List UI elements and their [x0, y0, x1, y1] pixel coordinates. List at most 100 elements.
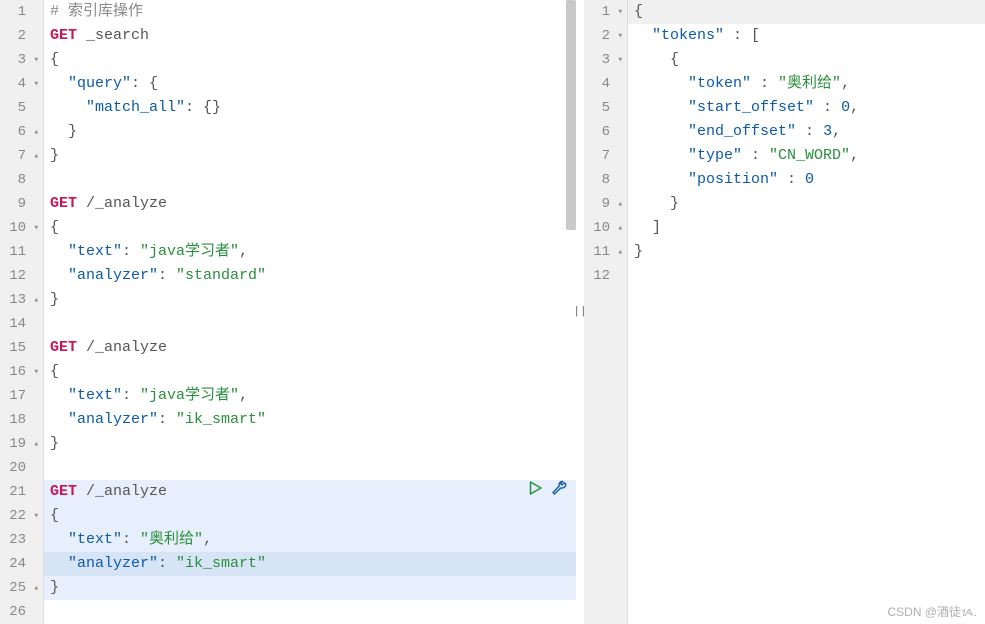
code-line[interactable]: # 索引库操作 [44, 0, 576, 24]
fold-toggle-icon[interactable]: ▾ [613, 24, 623, 48]
scrollbar-thumb[interactable] [566, 0, 576, 230]
line-number: 9 [18, 192, 26, 216]
code-line[interactable]: { [628, 0, 985, 24]
code-line[interactable]: GET /_analyze [44, 480, 576, 504]
gutter-line: 8 [0, 168, 39, 192]
fold-toggle-icon[interactable]: ▴ [29, 144, 39, 168]
code-line[interactable]: GET /_analyze [44, 192, 576, 216]
gutter-line: 3▾ [584, 48, 623, 72]
code-token: "text" [68, 387, 122, 404]
gutter-line: 15 [0, 336, 39, 360]
code-line[interactable]: "analyzer": "standard" [44, 264, 576, 288]
gutter-line: 25▴ [0, 576, 39, 600]
code-token [50, 75, 68, 92]
code-line[interactable]: ] [628, 216, 985, 240]
fold-toggle-icon[interactable]: ▾ [613, 48, 623, 72]
code-token: , [850, 99, 859, 116]
fold-toggle-icon[interactable]: ▾ [29, 48, 39, 72]
request-code-area[interactable]: # 索引库操作GET _search{ "query": { "match_al… [44, 0, 576, 624]
fold-toggle-icon[interactable]: ▾ [29, 360, 39, 384]
code-token: "奥利给" [140, 531, 203, 548]
code-token: "type" [688, 147, 742, 164]
request-editor-panel: 123▾4▾56▴7▴8910▾111213▴141516▾171819▴202… [0, 0, 576, 624]
fold-toggle-icon[interactable]: ▴ [29, 432, 39, 456]
fold-toggle-icon[interactable]: ▾ [29, 72, 39, 96]
fold-toggle-icon[interactable]: ▴ [613, 216, 623, 240]
line-number: 8 [602, 168, 610, 192]
code-line[interactable]: { [44, 504, 576, 528]
code-line[interactable]: "text": "java学习者", [44, 240, 576, 264]
code-token [634, 99, 688, 116]
line-number: 22 [9, 504, 26, 528]
code-line[interactable]: "tokens" : [ [628, 24, 985, 48]
fold-toggle-icon[interactable]: ▴ [613, 192, 623, 216]
fold-toggle-icon[interactable]: ▾ [613, 0, 623, 24]
code-line[interactable]: } [44, 288, 576, 312]
line-number: 17 [9, 384, 26, 408]
code-line[interactable] [44, 168, 576, 192]
code-line[interactable]: "text": "奥利给", [44, 528, 576, 552]
code-line[interactable]: "analyzer": "ik_smart" [44, 552, 576, 576]
code-token: "token" [688, 75, 751, 92]
code-token: : {} [185, 99, 221, 116]
scrollbar-left[interactable] [566, 0, 576, 624]
code-token: , [203, 531, 212, 548]
fold-toggle-icon[interactable]: ▴ [29, 288, 39, 312]
code-token: { [634, 51, 679, 68]
code-line[interactable]: "end_offset" : 3, [628, 120, 985, 144]
code-token [50, 99, 86, 116]
code-line[interactable]: { [44, 48, 576, 72]
fold-toggle-icon[interactable]: ▴ [613, 240, 623, 264]
gutter-line: 26 [0, 600, 39, 624]
code-token: } [50, 291, 59, 308]
code-token [50, 531, 68, 548]
code-line[interactable] [44, 312, 576, 336]
gutter-line: 9 [0, 192, 39, 216]
code-line[interactable] [44, 456, 576, 480]
code-line[interactable] [628, 264, 985, 288]
line-gutter-left: 123▾4▾56▴7▴8910▾111213▴141516▾171819▴202… [0, 0, 44, 624]
code-token: { [50, 363, 59, 380]
run-icon[interactable] [526, 479, 544, 506]
code-line[interactable]: GET /_analyze [44, 336, 576, 360]
code-line[interactable]: "start_offset" : 0, [628, 96, 985, 120]
code-token: GET [50, 195, 77, 212]
fold-toggle-icon[interactable]: ▾ [29, 504, 39, 528]
line-number: 2 [602, 24, 610, 48]
response-code-area[interactable]: { "tokens" : [ { "token" : "奥利给", "start… [628, 0, 985, 624]
code-line[interactable]: { [628, 48, 985, 72]
code-line[interactable]: "analyzer": "ik_smart" [44, 408, 576, 432]
code-line[interactable]: "query": { [44, 72, 576, 96]
line-number: 7 [18, 144, 26, 168]
code-token: : [814, 99, 841, 116]
code-line[interactable]: } [628, 240, 985, 264]
fold-toggle-icon[interactable]: ▴ [29, 120, 39, 144]
code-line[interactable]: { [44, 216, 576, 240]
code-token: } [50, 579, 59, 596]
code-line[interactable]: "token" : "奥利给", [628, 72, 985, 96]
gutter-line: 2 [0, 24, 39, 48]
code-token: : [122, 243, 140, 260]
code-token: "query" [68, 75, 131, 92]
fold-toggle-icon[interactable]: ▴ [29, 576, 39, 600]
fold-toggle-icon[interactable]: ▾ [29, 216, 39, 240]
code-line[interactable]: } [44, 144, 576, 168]
code-line[interactable]: } [44, 576, 576, 600]
code-token: : [778, 171, 805, 188]
code-token: { [50, 507, 59, 524]
code-token [50, 411, 68, 428]
code-line[interactable]: "position" : 0 [628, 168, 985, 192]
gutter-line: 24 [0, 552, 39, 576]
code-line[interactable]: { [44, 360, 576, 384]
gutter-line: 6▴ [0, 120, 39, 144]
code-line[interactable]: "type" : "CN_WORD", [628, 144, 985, 168]
code-line[interactable]: GET _search [44, 24, 576, 48]
gutter-line: 11 [0, 240, 39, 264]
code-line[interactable]: } [44, 120, 576, 144]
code-line[interactable]: "match_all": {} [44, 96, 576, 120]
code-line[interactable]: } [44, 432, 576, 456]
code-line[interactable]: } [628, 192, 985, 216]
code-line[interactable]: "text": "java学习者", [44, 384, 576, 408]
code-line[interactable] [44, 600, 576, 624]
panel-splitter[interactable]: || [576, 0, 584, 624]
